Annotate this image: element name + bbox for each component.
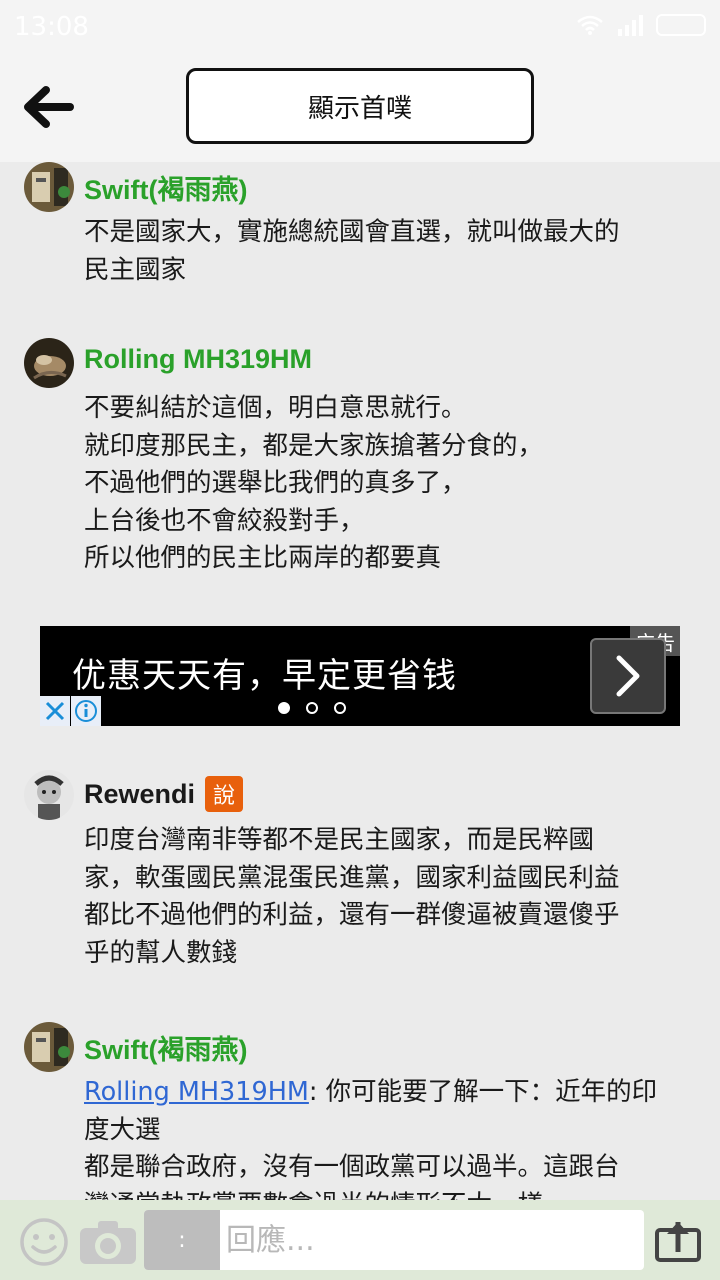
qualifier-badge: 說 xyxy=(205,776,244,812)
comment-line-rest: : 你可能要了解一下：近年的印 xyxy=(308,1077,658,1107)
author-name[interactable]: Swift(褐雨燕) xyxy=(84,1028,247,1067)
comment-line: 乎的幫人數錢 xyxy=(84,937,238,968)
chevron-right-icon xyxy=(616,655,640,697)
wifi-icon xyxy=(577,15,603,35)
info-icon xyxy=(75,700,97,722)
comment-line: 都比不過他們的利益，還有一群傻逼被賣還傻乎 xyxy=(84,900,620,930)
comment-line: 不要糾結於這個，明白意思就行。 xyxy=(84,393,467,423)
mention-link[interactable]: Rolling MH319HM xyxy=(84,1077,309,1107)
comment-item: Swift(褐雨燕) 不是國家大，實施總統國會直選，就叫做最大的 民主國家 xyxy=(0,162,720,292)
author-row: Swift(褐雨燕) xyxy=(84,1028,247,1067)
emoji-icon[interactable] xyxy=(18,1216,70,1268)
author-name[interactable]: Rolling MH319HM xyxy=(84,344,312,375)
battery-icon xyxy=(656,14,706,36)
status-bar: 13:08 xyxy=(0,0,720,52)
comment-line: 上台後也不會絞殺對手， xyxy=(84,505,365,536)
back-arrow-icon[interactable] xyxy=(20,82,76,132)
avatar[interactable] xyxy=(24,770,74,820)
author-name[interactable]: Swift(褐雨燕) xyxy=(84,168,247,207)
comment-line: 度大選 xyxy=(84,1114,161,1145)
reply-box[interactable]: : xyxy=(144,1210,644,1270)
comment-item: Swift(褐雨燕) Rolling MH319HM: 你可能要了解一下：近年的… xyxy=(0,1022,720,1200)
comment-line: 不是國家大，實施總統國會直選，就叫做最大的 xyxy=(84,217,620,247)
author-row: Rolling MH319HM xyxy=(84,344,312,375)
status-time: 13:08 xyxy=(14,12,89,42)
comment-line: 就印度那民主，都是大家族搶著分食的， xyxy=(84,430,544,461)
comment-line: 印度台灣南非等都不是民主國家，而是民粹國 xyxy=(84,825,595,855)
avatar[interactable] xyxy=(24,162,74,212)
reply-bar: : xyxy=(0,1200,720,1280)
comment-line: 灣通常執政黨要數會過半的情形不太一樣 xyxy=(84,1187,696,1201)
ad-next-button[interactable] xyxy=(590,638,666,714)
comment-line: Rolling MH319HM: 你可能要了解一下：近年的印 xyxy=(84,1074,696,1112)
comment-item: Rolling MH319HM 不要糾結於這個，明白意思就行。 就印度那民主，都… xyxy=(0,338,720,588)
share-upload-icon[interactable] xyxy=(654,1218,702,1262)
camera-icon[interactable] xyxy=(78,1218,138,1266)
show-first-post-button[interactable]: 顯示首噗 xyxy=(186,68,534,144)
author-name[interactable]: Rewendi xyxy=(84,779,195,810)
comment-line: 家，軟蛋國民黨混蛋民進黨，國家利益國民利益 xyxy=(84,862,620,893)
status-icons xyxy=(576,14,706,36)
author-row: Rewendi 說 xyxy=(84,776,244,812)
close-icon xyxy=(45,701,65,721)
ad-info-icon[interactable] xyxy=(71,696,101,726)
comment-text: 印度台灣南非等都不是民主國家，而是民粹國 家，軟蛋國民黨混蛋民進黨，國家利益國民… xyxy=(84,822,696,972)
reply-qualifier-selector[interactable]: : xyxy=(144,1210,220,1270)
avatar[interactable] xyxy=(24,338,74,388)
author-row: Swift(褐雨燕) xyxy=(84,168,247,207)
comment-text: Rolling MH319HM: 你可能要了解一下：近年的印 度大選 都是聯合政… xyxy=(84,1074,696,1200)
top-bar: 顯示首噗 xyxy=(0,52,720,162)
comment-line: 民主國家 xyxy=(84,254,187,285)
comment-text: 不要糾結於這個，明白意思就行。 就印度那民主，都是大家族搶著分食的， 不過他們的… xyxy=(84,390,696,578)
ad-close-icon[interactable] xyxy=(40,696,70,726)
ad-text[interactable]: 优惠天天有，早定更省钱 xyxy=(72,648,457,697)
avatar[interactable] xyxy=(24,1022,74,1072)
signal-icon xyxy=(618,15,643,36)
ad-dot xyxy=(306,702,318,714)
comment-line: 所以他們的民主比兩岸的都要真 xyxy=(84,543,442,573)
comment-line: 都是聯合政府，沒有一個政黨可以過半。這跟台 xyxy=(84,1152,620,1182)
ad-pagination xyxy=(278,702,346,714)
ad-banner[interactable]: 优惠天天有，早定更省钱 广告 xyxy=(40,626,680,726)
comment-feed[interactable]: Swift(褐雨燕) 不是國家大，實施總統國會直選，就叫做最大的 民主國家 Ro… xyxy=(0,162,720,1200)
comment-text: 不是國家大，實施總統國會直選，就叫做最大的 民主國家 xyxy=(84,214,696,289)
reply-input[interactable] xyxy=(224,1210,640,1270)
comment-line: 不過他們的選舉比我們的真多了， xyxy=(84,468,467,498)
ad-dot xyxy=(278,702,290,714)
ad-dot xyxy=(334,702,346,714)
comment-item: Rewendi 說 印度台灣南非等都不是民主國家，而是民粹國 家，軟蛋國民黨混蛋… xyxy=(0,770,720,980)
